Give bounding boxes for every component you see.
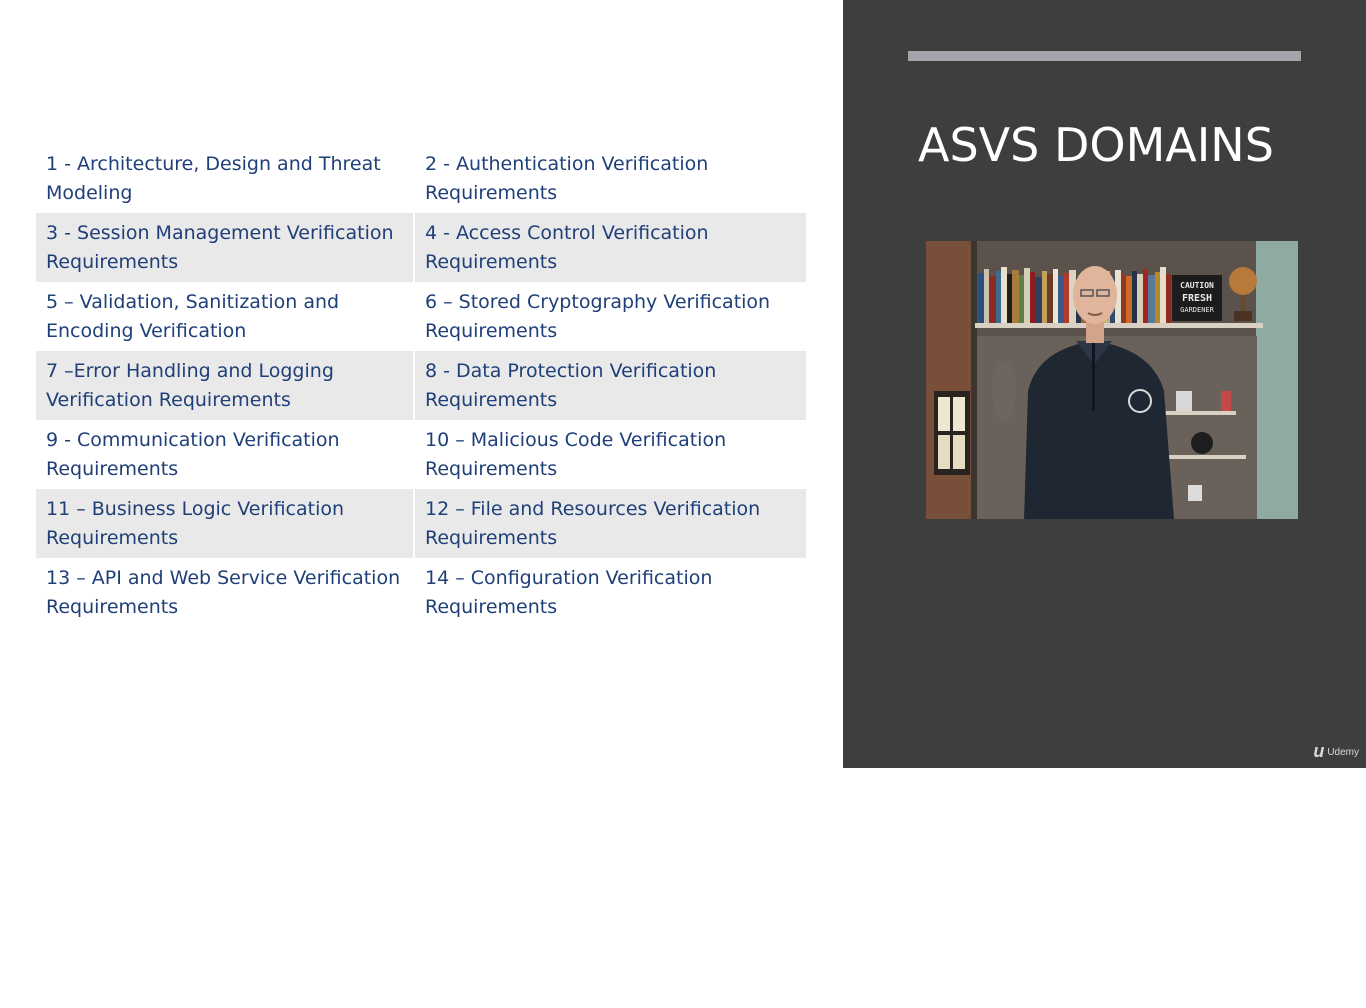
domain-cell: 12 – File and Resources Verification Req… [413,489,806,558]
asvs-domains-table: 1 - Architecture, Design and Threat Mode… [36,144,806,627]
udemy-label: Udemy [1327,747,1359,758]
udemy-logo-icon: u [1313,741,1325,761]
side-window [1256,241,1298,519]
table-row: 11 – Business Logic Verification Require… [36,489,806,558]
domain-cell: 8 - Data Protection Verification Require… [413,351,806,420]
table-row: 13 – API and Web Service Verification Re… [36,558,806,627]
caution-sign: CAUTION FRESH GARDENER [1172,275,1222,321]
domain-cell: 1 - Architecture, Design and Threat Mode… [46,152,381,204]
presenter-video-frame: CAUTION FRESH GARDENER [926,241,1298,519]
slide-title: ASVS DOMAINS [918,118,1274,172]
domain-cell: 7 –Error Handling and Logging Verificati… [36,351,414,420]
domain-cell: 6 – Stored Cryptography Verification Req… [413,282,806,351]
domain-cell: 14 – Configuration Verification Requirem… [413,558,806,627]
mug [1188,485,1202,501]
domain-cell: 13 – API and Web Service Verification Re… [46,566,401,618]
table-row: 9 - Communication Verification Requireme… [36,420,806,489]
slide: 1 - Architecture, Design and Threat Mode… [0,0,1366,768]
shelf-item [1191,432,1213,454]
table-row: 1 - Architecture, Design and Threat Mode… [36,144,806,213]
domain-cell: 4 - Access Control Verification Requirem… [413,213,806,282]
title-panel: ASVS DOMAINS CAUTION FRESH GARDENER u Ud… [843,0,1366,768]
domain-cell: 3 - Session Management Verification Requ… [36,213,414,282]
sign-line-3: GARDENER [1180,306,1215,314]
domain-cell: 5 – Validation, Sanitization and Encodin… [46,290,340,342]
top-shelf [975,323,1263,328]
table-row: 7 –Error Handling and Logging Verificati… [36,351,806,420]
copper-panel [926,241,971,519]
shelf-item [1176,391,1192,411]
accent-bar [908,51,1301,61]
shelf-item [1221,391,1231,411]
sign-line-2: FRESH [1182,293,1212,304]
sign-line-1: CAUTION [1180,281,1214,290]
domain-cell: 10 – Malicious Code Verification Require… [413,420,806,489]
presenter-video[interactable]: CAUTION FRESH GARDENER [926,241,1298,519]
paper-lamp [934,391,970,475]
table-row: 3 - Session Management Verification Requ… [36,213,806,282]
statue [992,361,1016,421]
udemy-watermark: u Udemy [1313,742,1359,760]
domain-cell: 9 - Communication Verification Requireme… [46,428,340,480]
wall-edge [971,241,977,519]
domain-cell: 2 - Authentication Verification Requirem… [413,144,806,213]
domain-cell: 11 – Business Logic Verification Require… [36,489,414,558]
table-row: 5 – Validation, Sanitization and Encodin… [36,282,806,351]
